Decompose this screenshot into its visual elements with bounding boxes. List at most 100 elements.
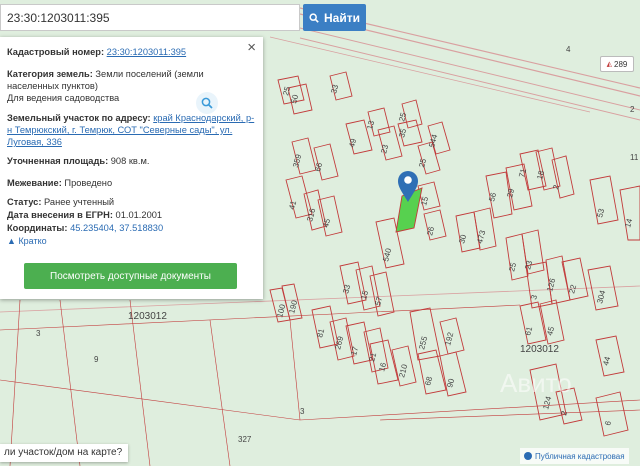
collapse-toggle[interactable]: ▲ Кратко: [7, 235, 47, 247]
parcel-number-label: 11: [630, 153, 639, 162]
parcel-number-label: 4: [566, 45, 571, 54]
area-value: 908 кв.м.: [110, 156, 150, 166]
parcel-number-label: 50: [289, 93, 300, 104]
egrn-value: 01.01.2001: [115, 210, 163, 220]
parcel-number-label: 304: [595, 289, 607, 305]
parcel-number-label: 44: [601, 355, 612, 366]
coords-value: 45.235404, 37.518830: [70, 223, 164, 233]
parcel-number-label: 33: [341, 283, 352, 294]
parcel-number-label: 66: [313, 161, 324, 172]
road-sign-icon: ◭: [606, 61, 613, 68]
parcel: [519, 301, 547, 345]
address-row: Земельный участок по адресу: край Красно…: [7, 112, 257, 148]
road-number-badge: ◭ 289: [600, 56, 634, 72]
parcel-number-label: 269: [333, 335, 345, 351]
parcel: [439, 351, 467, 397]
parcel-number-label: 33: [329, 83, 340, 94]
parcel-number-label: 15: [359, 289, 370, 300]
status-label: Статус:: [7, 197, 42, 207]
parcel-number-label: 210: [397, 363, 409, 379]
parcel-number-label: 359: [291, 153, 303, 169]
parcel-number-label: 14: [623, 217, 634, 228]
search-icon: [309, 12, 319, 23]
parcel-number-label: 53: [595, 207, 606, 218]
parcel-number-label: 22: [567, 283, 578, 294]
usage-value: Для ведения садоводства: [7, 93, 120, 103]
parcel-number-label: 23: [379, 143, 390, 154]
survey-value: Проведено: [64, 178, 113, 188]
parcel-number-label: 61: [523, 325, 534, 336]
quarter-label: 1203012: [128, 311, 167, 322]
search-button-label: Найти: [324, 10, 360, 25]
parcel-number-label: 544: [427, 133, 439, 149]
parcel: [505, 233, 529, 281]
parcel-number-label: 327: [238, 435, 252, 444]
cadastral-row: Кадастровый номер: 23:30:1203011:395: [7, 46, 257, 58]
survey-row: Межевание: Проведено: [7, 177, 257, 189]
view-documents-button[interactable]: Посмотреть доступные документы: [24, 263, 237, 289]
address-label: Земельный участок по адресу:: [7, 113, 151, 123]
parcel-number-label: 2: [559, 409, 569, 416]
parcel-number-label: 81: [315, 327, 326, 338]
road-number: 289: [614, 59, 628, 69]
parcel-number-label: 90: [445, 377, 456, 388]
parcel-number-label: 21: [367, 351, 378, 362]
parcel-number-label: 15: [419, 195, 430, 206]
parcel: [595, 391, 629, 437]
parcel: [313, 143, 339, 181]
cadastral-link[interactable]: 23:30:1203011:395: [107, 47, 186, 57]
parcel-number-label: 2: [630, 105, 635, 114]
coords-label: Координаты:: [7, 223, 68, 233]
parcel-number-label: 6: [603, 419, 613, 426]
parcel-number-label: 13: [365, 119, 376, 130]
parcel-number-label: 25: [417, 157, 428, 168]
parcel-number-label: 126: [545, 277, 557, 293]
zoom-to-parcel-button[interactable]: [196, 92, 218, 114]
parcel-number-label: 540: [381, 247, 393, 263]
quarter-label: 1203012: [520, 344, 559, 355]
collapse-label: Кратко: [18, 236, 47, 246]
status-row: Статус: Ранее учтенный: [7, 196, 257, 208]
parcel-number-label: 17: [349, 345, 360, 356]
survey-label: Межевание:: [7, 178, 62, 188]
parcel: [455, 211, 481, 253]
parcel-number-label: 23: [523, 259, 534, 270]
parcel-number-label: 30: [457, 233, 468, 244]
egrn-row: Дата внесения в ЕГРН: 01.01.2001: [7, 209, 257, 221]
cadastral-label: Кадастровый номер:: [7, 47, 105, 57]
magnifier-icon: [201, 97, 213, 109]
parcel-number-label: 45: [321, 217, 332, 228]
parcel-number-label: 25: [397, 111, 408, 122]
bottom-prompt[interactable]: ли участок/дом на карте?: [0, 444, 128, 462]
parcel-number-label: 25: [507, 261, 518, 272]
parcel-number-label: 255: [417, 335, 429, 351]
parcel-number-label: 9: [94, 355, 99, 364]
parcel-number-label: 41: [287, 199, 298, 210]
category-row: Категория земель: Земли поселений (земли…: [7, 68, 212, 92]
globe-icon: [524, 452, 532, 460]
parcel-info-panel: × Кадастровый номер: 23:30:1203011:395 К…: [0, 37, 263, 299]
category-label: Категория земель:: [7, 69, 93, 79]
triangle-up-icon: ▲: [7, 236, 16, 246]
area-row: Уточненная площадь: 908 кв.м.: [7, 155, 257, 167]
parcel-number-label: 192: [443, 331, 455, 347]
parcel-number-label: 45: [545, 325, 556, 336]
parcel-number-label: 3: [529, 293, 539, 300]
parcel: [595, 335, 625, 377]
search-box: [0, 4, 300, 31]
attribution-text: Публичная кадастровая: [535, 451, 625, 461]
attribution[interactable]: Публичная кадастровая: [520, 448, 629, 464]
parcel-number-label: 49: [347, 137, 358, 148]
area-label: Уточненная площадь:: [7, 156, 109, 166]
parcel-number-label: 29: [505, 187, 516, 198]
search-input[interactable]: [1, 5, 299, 30]
parcel-number-label: 3: [300, 407, 305, 416]
parcel: [417, 349, 447, 395]
parcel-number-label: 26: [425, 225, 436, 236]
search-button[interactable]: Найти: [303, 4, 366, 31]
parcel: [535, 147, 561, 191]
parcel: [539, 299, 565, 345]
parcel: [619, 185, 640, 241]
egrn-label: Дата внесения в ЕГРН:: [7, 210, 113, 220]
coords-row: Координаты: 45.235404, 37.518830: [7, 222, 257, 234]
